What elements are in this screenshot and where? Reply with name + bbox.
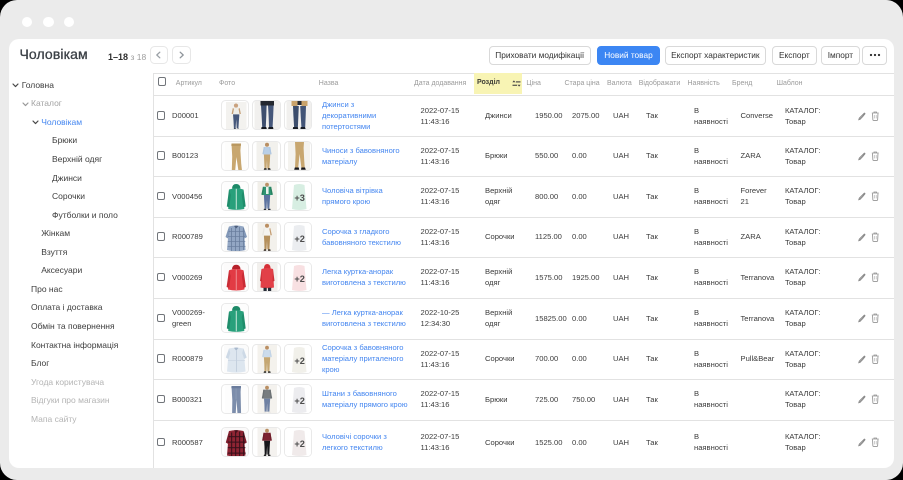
svg-text:+2: +2 (294, 234, 304, 244)
svg-text:+2: +2 (294, 274, 304, 284)
svg-text:+3: +3 (294, 193, 304, 203)
svg-text:+2: +2 (294, 439, 304, 449)
svg-text:+2: +2 (294, 356, 304, 366)
svg-text:+2: +2 (294, 396, 304, 406)
